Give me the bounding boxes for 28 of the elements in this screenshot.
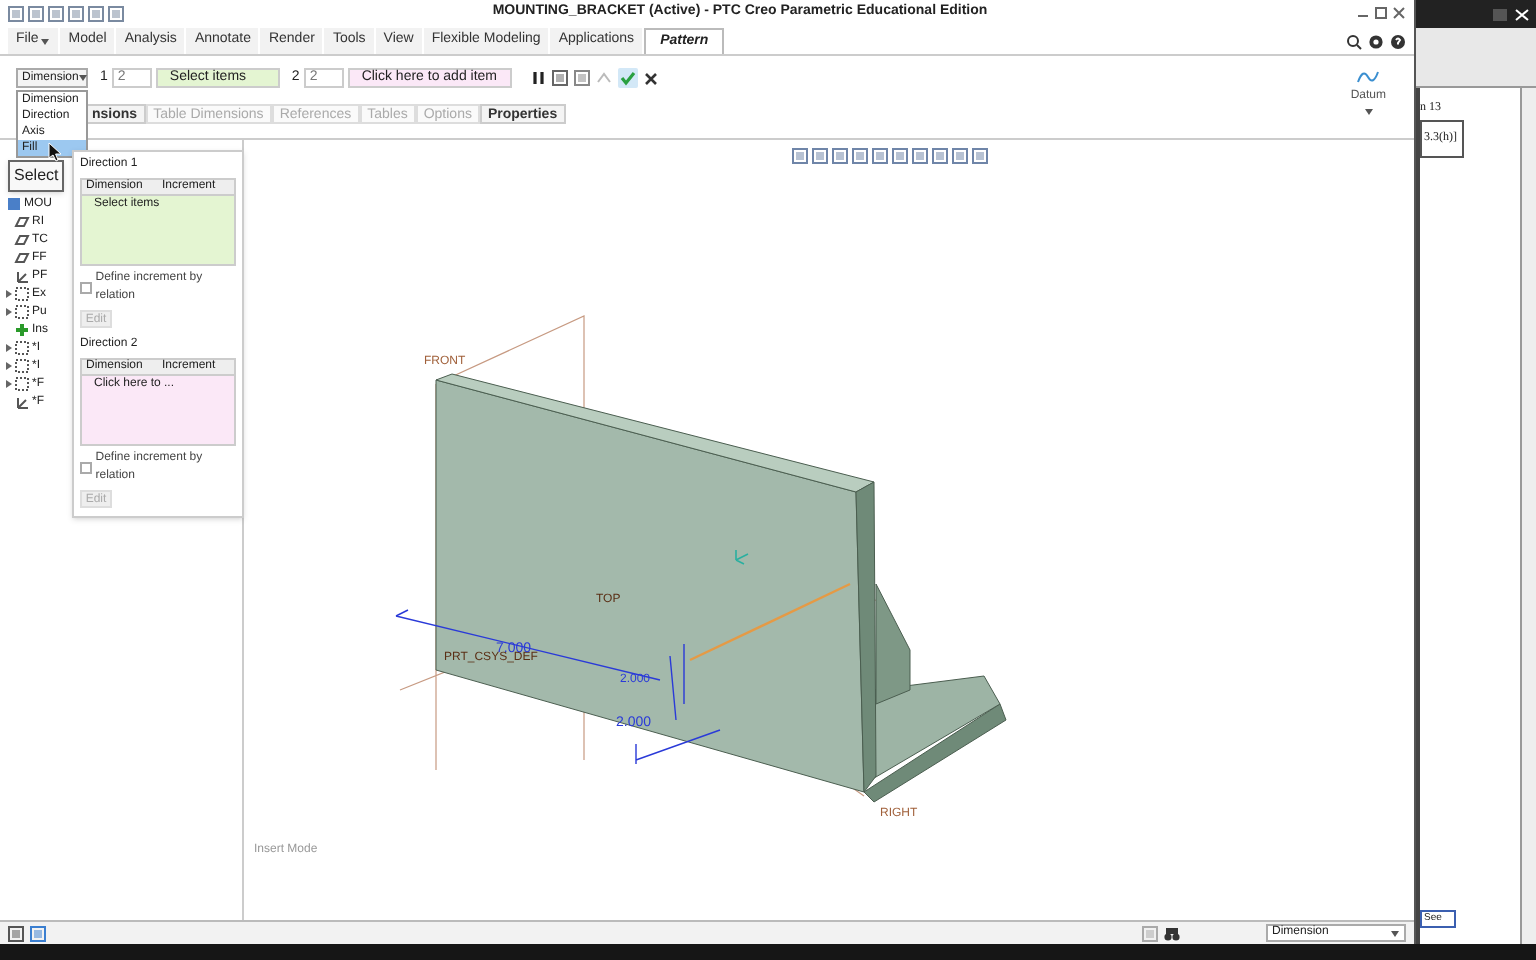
settings-icon[interactable]: [1368, 34, 1384, 50]
maximize-icon[interactable]: [1374, 6, 1388, 20]
caret-icon: [1363, 108, 1374, 116]
checkbox[interactable]: [80, 462, 92, 474]
select-tooltip: Select: [8, 160, 65, 192]
ok-check-icon[interactable]: [617, 68, 638, 89]
csys-icon: [14, 268, 30, 284]
csys-icon: [14, 394, 30, 410]
caret-icon: [40, 37, 51, 45]
expand-arrow-icon[interactable]: [6, 290, 12, 298]
expand-arrow-icon[interactable]: [6, 362, 12, 370]
coordinate-axes-icon: [735, 549, 749, 565]
toolbar-panel: [1416, 28, 1536, 88]
expand-arrow-icon[interactable]: [6, 380, 12, 388]
caret-icon: [78, 74, 89, 83]
insert-icon: [14, 322, 30, 338]
root-icon: [6, 196, 22, 212]
verify-icon[interactable]: [595, 70, 612, 87]
cancel-icon[interactable]: [643, 71, 658, 86]
help-icon[interactable]: [1390, 34, 1406, 50]
pause-icon[interactable]: [531, 70, 546, 87]
binoculars-icon[interactable]: [1164, 925, 1180, 941]
expand-arrow-icon[interactable]: [6, 308, 12, 316]
caret-icon: [1390, 929, 1400, 937]
expand-arrow-icon[interactable]: [6, 344, 12, 352]
search-icon[interactable]: [1346, 34, 1362, 50]
checkbox[interactable]: [80, 282, 92, 294]
curve-icon[interactable]: [1356, 68, 1381, 86]
